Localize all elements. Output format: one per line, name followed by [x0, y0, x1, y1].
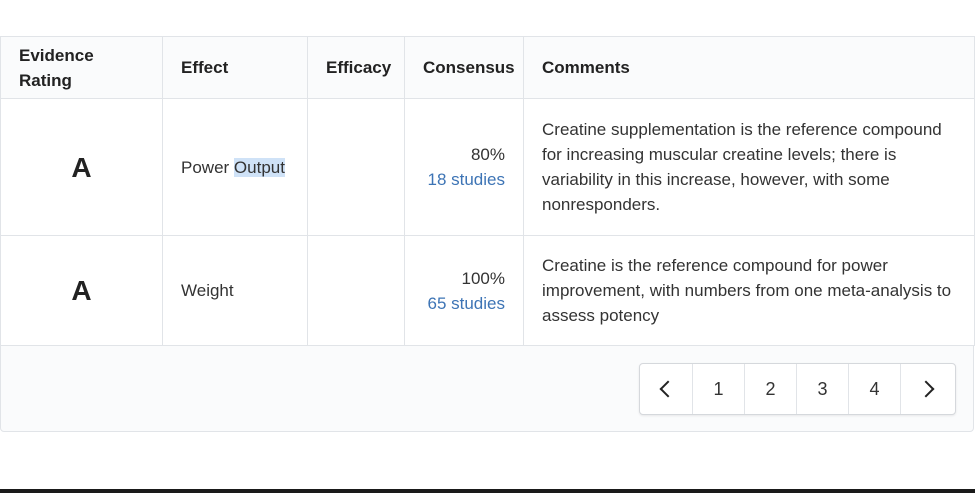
page-button-3[interactable]: 3 — [797, 364, 849, 414]
prev-page-button[interactable] — [640, 364, 693, 414]
consensus-cell: 100% 65 studies — [404, 235, 524, 346]
chevron-right-icon — [917, 380, 935, 398]
efficacy-cell — [307, 98, 405, 236]
comments-cell: Creatine is the reference compound for p… — [523, 235, 975, 346]
consensus-cell: 80% 18 studies — [404, 98, 524, 236]
effect-cell: Weight — [162, 235, 308, 346]
table-row: A Weight 100% 65 studies Creatine is the… — [0, 235, 975, 346]
effect-text: Power — [181, 157, 234, 177]
header-consensus[interactable]: Consensus — [404, 36, 524, 99]
comments-cell: Creatine supplementation is the referenc… — [523, 98, 975, 236]
studies-link[interactable]: 18 studies — [423, 167, 506, 192]
next-page-button[interactable] — [901, 364, 955, 414]
selected-text: Output — [233, 157, 285, 177]
evidence-table: Evidence Rating Effect Efficacy Consensu… — [0, 36, 975, 346]
header-effect[interactable]: Effect — [162, 36, 308, 99]
evidence-rating-cell: A — [0, 98, 163, 236]
header-efficacy[interactable]: Efficacy — [307, 36, 405, 99]
table-header-row: Evidence Rating Effect Efficacy Consensu… — [0, 36, 975, 99]
evidence-rating-cell: A — [0, 235, 163, 346]
table-row: A Power Output 80% 18 studies Creatine s… — [0, 98, 975, 236]
effect-cell: Power Output — [162, 98, 308, 236]
studies-link[interactable]: 65 studies — [423, 291, 506, 316]
efficacy-cell — [307, 235, 405, 346]
page-button-1[interactable]: 1 — [693, 364, 745, 414]
header-evidence-rating[interactable]: Evidence Rating — [0, 36, 163, 99]
header-comments[interactable]: Comments — [523, 36, 975, 99]
page-button-2[interactable]: 2 — [745, 364, 797, 414]
consensus-percent: 80% — [470, 145, 505, 164]
chevron-left-icon — [659, 380, 677, 398]
window-bottom-edge — [0, 489, 975, 493]
evidence-table-card: Evidence Rating Effect Efficacy Consensu… — [0, 36, 975, 432]
consensus-percent: 100% — [461, 268, 505, 288]
effect-text: Weight — [181, 281, 234, 300]
pagination: 1 2 3 4 — [639, 363, 956, 415]
page-button-4[interactable]: 4 — [849, 364, 901, 414]
